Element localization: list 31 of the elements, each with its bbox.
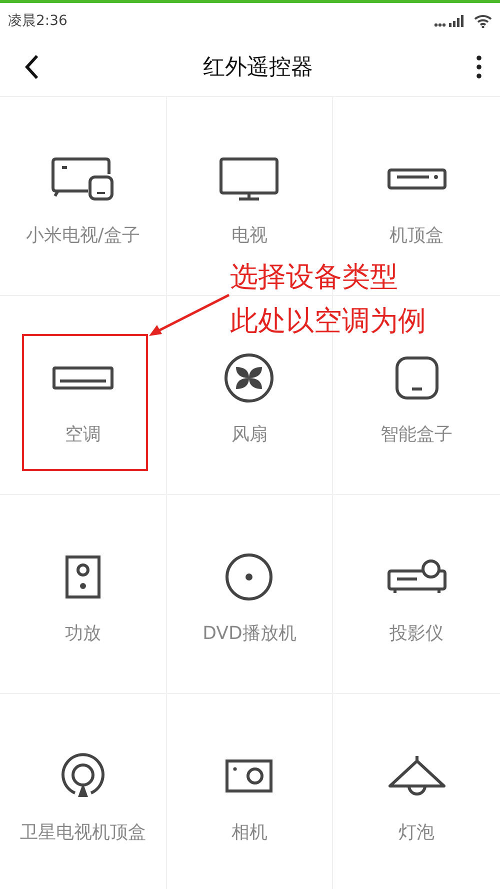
- fan-icon: [224, 353, 274, 403]
- device-type-label[interactable]: 小米电视/盒子: [26, 223, 140, 247]
- device-type-label[interactable]: 功放: [64, 621, 101, 645]
- wifi-icon: [474, 14, 492, 28]
- tv-icon: [219, 157, 280, 201]
- projector-icon: [386, 559, 447, 595]
- smart-box-icon: [394, 356, 439, 400]
- device-type-label[interactable]: 风扇: [231, 422, 268, 446]
- device-type-label[interactable]: 投影仪: [390, 621, 444, 645]
- status-time: 凌晨2:36: [8, 12, 68, 30]
- device-type-label[interactable]: DVD播放机: [202, 621, 296, 645]
- device-type-label[interactable]: 机顶盒: [390, 223, 444, 247]
- camera-icon: [225, 759, 274, 793]
- annotation-text: 选择设备类型: [230, 259, 399, 295]
- device-type-label[interactable]: 电视: [231, 223, 268, 247]
- disc-icon: [225, 553, 274, 601]
- device-type-label[interactable]: 相机: [231, 820, 268, 844]
- device-type-label[interactable]: 智能盒子: [380, 422, 453, 446]
- air-conditioner-icon: [52, 366, 114, 390]
- device-type-label[interactable]: 空调: [64, 422, 101, 446]
- satellite-dish-icon: [60, 753, 106, 799]
- page-title: 红外遥控器: [203, 54, 313, 82]
- annotation-text: 此处以空调为例: [230, 303, 426, 339]
- lamp-icon: [386, 754, 447, 798]
- more-icon: [476, 55, 482, 79]
- device-type-label[interactable]: 灯泡: [398, 820, 435, 844]
- device-type-label[interactable]: 卫星电视机顶盒: [20, 820, 146, 844]
- tv-with-box-icon: [50, 157, 116, 201]
- back-icon: [24, 54, 40, 80]
- set-top-box-icon: [386, 168, 447, 190]
- speaker-icon: [64, 555, 101, 599]
